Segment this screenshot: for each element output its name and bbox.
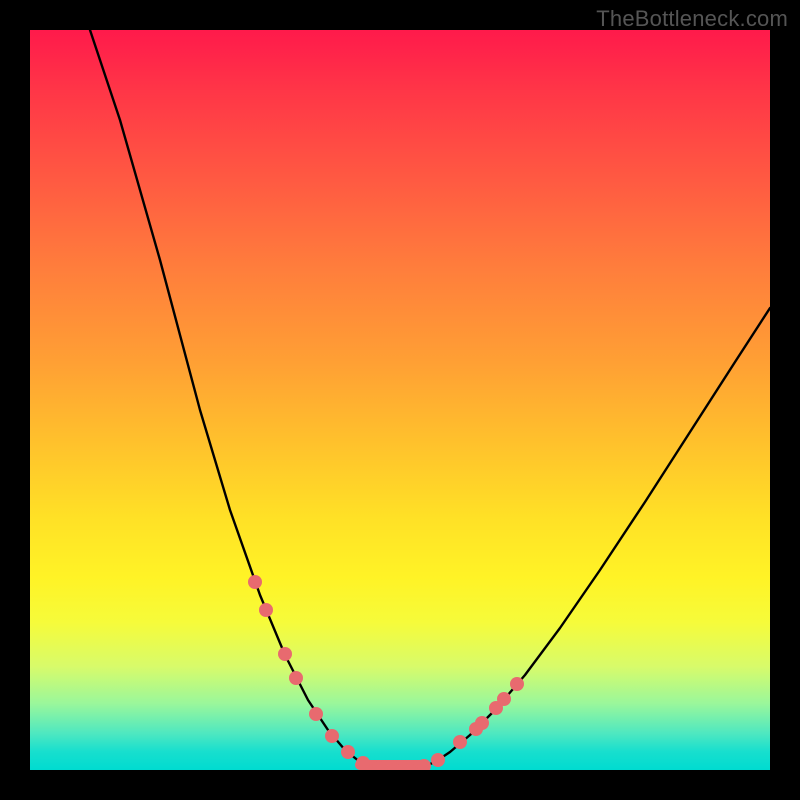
marker-dot (325, 729, 339, 743)
bottleneck-curve (90, 30, 770, 770)
marker-dot (356, 756, 370, 770)
marker-dot (497, 692, 511, 706)
marker-dot (431, 753, 445, 767)
chart-frame: TheBottleneck.com (0, 0, 800, 800)
marker-dot (259, 603, 273, 617)
marker-dot (289, 671, 303, 685)
marker-dot (475, 716, 489, 730)
plot-area (30, 30, 770, 770)
marker-dot (453, 735, 467, 749)
marker-dot (309, 707, 323, 721)
watermark-text: TheBottleneck.com (596, 6, 788, 32)
marker-dot (248, 575, 262, 589)
marker-dot (278, 647, 292, 661)
marker-dot (510, 677, 524, 691)
marker-dot (341, 745, 355, 759)
curve-svg (30, 30, 770, 770)
